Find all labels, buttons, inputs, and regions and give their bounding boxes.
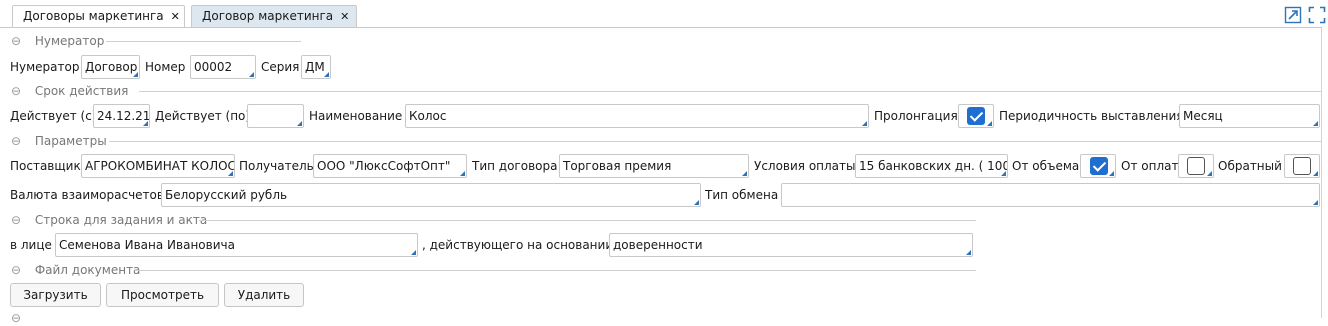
tab-label: Договор маркетинга [202,9,334,23]
number-label: Номер [145,60,186,74]
contract-type-field[interactable]: Торговая премия [559,154,749,178]
by-payment-label: От оплат [1121,159,1179,173]
recipient-field[interactable]: ООО "ЛюксСофтОпт" [313,154,467,178]
exchange-type-field[interactable] [781,183,1320,207]
section-rule [199,220,976,221]
by-payment-checkbox[interactable] [1187,157,1205,175]
tab-label: Договоры маркетинга [23,9,164,23]
section-rule [135,270,976,271]
supplier-label: Поставщик [10,159,81,173]
section-title: Срок действия [34,84,129,98]
billing-period-label: Периодичность выставления [999,109,1184,123]
in-person-label: в лице [10,238,52,252]
in-person-field[interactable]: Семенова Ивана Ивановича [55,233,418,257]
close-icon[interactable]: ✕ [171,10,180,23]
section-numerator[interactable]: ⊖ Нумератор [11,33,301,49]
by-volume-checkbox[interactable] [1090,157,1108,175]
basis-field[interactable]: доверенности [609,233,973,257]
section-partial[interactable]: ⊖ [11,310,271,326]
valid-from-field[interactable]: 24.12.21 [93,104,150,128]
tab-bar: Договоры маркетинга ✕ Договор маркетинга ✕ [0,0,1328,28]
delete-button[interactable]: Удалить [224,283,304,307]
collapse-icon[interactable]: ⊖ [11,83,23,99]
tab-divider [0,27,1322,28]
valid-to-field[interactable] [247,104,304,128]
section-term[interactable]: ⊖ Срок действия [11,83,1321,99]
basis-label: , действующего на основании [422,238,614,252]
numerator-label: Нумератор [10,60,80,74]
numerator-field[interactable]: Договор [81,55,140,79]
collapse-icon[interactable]: ⊖ [11,212,23,228]
number-field[interactable]: 00002 [190,55,256,79]
external-window-icon[interactable] [1284,6,1302,24]
reverse-label: Обратный [1218,159,1282,173]
section-params[interactable]: ⊖ Параметры [11,133,1321,149]
collapse-icon[interactable]: ⊖ [11,310,23,326]
name-field[interactable]: Колос [405,104,869,128]
prolongation-checkbox[interactable] [967,107,985,125]
exchange-type-label: Тип обмена [705,188,779,202]
valid-to-label: Действует (по) [155,109,251,123]
supplier-field[interactable]: АГРОКОМБИНАТ КОЛОС [81,154,235,178]
valid-from-label: Действует (с) [10,109,97,123]
section-rule [139,91,1321,92]
reverse-checkbox[interactable] [1293,157,1311,175]
contract-type-label: Тип договора [472,159,558,173]
billing-period-field[interactable]: Месяц [1179,104,1320,128]
currency-label: Валюта взаиморасчетов [10,188,164,202]
collapse-icon[interactable]: ⊖ [11,262,23,278]
section-title: Строка для задания и акта [34,213,208,227]
section-title: Параметры [34,134,107,148]
section-doc-file[interactable]: ⊖ Файл документа [11,262,976,278]
payment-terms-label: Условия оплаты [754,159,856,173]
recipient-label: Получатель [239,159,314,173]
collapse-icon[interactable]: ⊖ [11,133,23,149]
panel-border [1321,28,1322,318]
section-act-line[interactable]: ⊖ Строка для задания и акта [11,212,976,228]
tab-marketing-contracts[interactable]: Договоры маркетинга ✕ [12,5,185,27]
name-label: Наименование [309,109,403,123]
currency-field[interactable]: Белорусский рубль [161,183,701,207]
by-volume-label: От объема [1012,159,1080,173]
section-rule [106,41,301,42]
section-rule [109,141,1321,142]
series-label: Серия [261,60,300,74]
section-title: Нумератор [34,34,105,48]
section-title: Файл документа [34,263,141,277]
view-button[interactable]: Просмотреть [106,283,219,307]
upload-button[interactable]: Загрузить [10,283,101,307]
collapse-icon[interactable]: ⊖ [11,33,23,49]
payment-terms-field[interactable]: 15 банковских дн. ( 100.00 [855,154,1008,178]
prolongation-label: Пролонгация [874,109,958,123]
series-field[interactable]: ДМ [301,55,331,79]
fullscreen-icon[interactable] [1308,6,1326,24]
tab-marketing-contract[interactable]: Договор маркетинга ✕ [191,5,357,27]
close-icon[interactable]: ✕ [340,10,349,23]
